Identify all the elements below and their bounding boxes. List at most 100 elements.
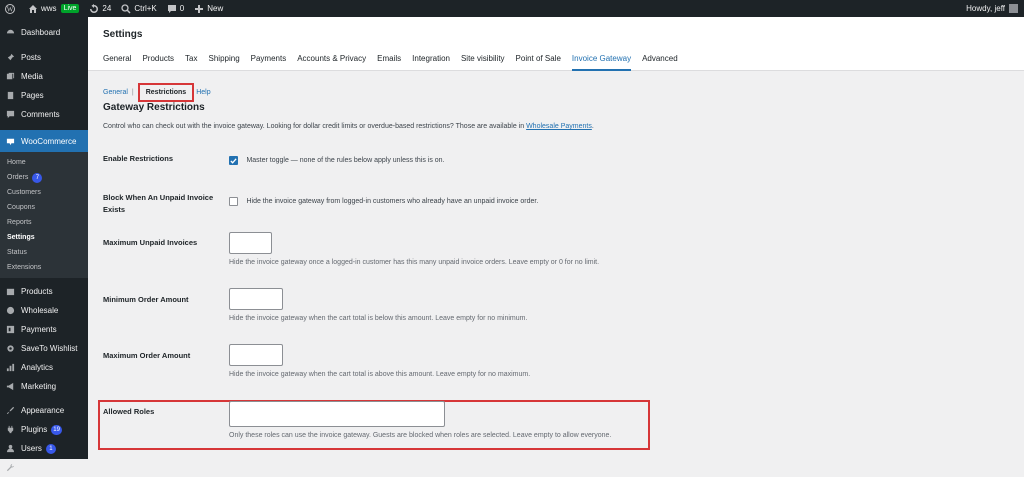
admin-sidebar: Dashboard Posts Media Pages Comments Woo…	[0, 17, 88, 472]
settings-header: Settings General Products Tax Shipping P…	[88, 17, 1024, 71]
menu-media[interactable]: Media	[0, 67, 88, 86]
menu-label: Wholesale	[21, 306, 59, 315]
min-order-input[interactable]	[229, 288, 283, 310]
section-link-restrictions[interactable]: Restrictions	[137, 83, 195, 102]
tab-shipping[interactable]: Shipping	[209, 54, 240, 71]
tab-tax[interactable]: Tax	[185, 54, 197, 71]
submenu-coupons[interactable]: Coupons	[0, 200, 88, 215]
site-name: wws	[41, 4, 57, 13]
menu-plugins[interactable]: Plugins 19	[0, 420, 88, 439]
section-description: Control who can check out with the invoi…	[103, 123, 594, 130]
menu-woocommerce[interactable]: WooCommerce	[0, 130, 88, 152]
pin-icon	[6, 53, 15, 62]
menu-label: Pages	[21, 91, 44, 100]
menu-label: Products	[21, 287, 53, 296]
wordpress-icon: W	[5, 3, 15, 14]
command-palette-button[interactable]: Ctrl+K	[116, 0, 161, 17]
updates-link[interactable]: 24	[84, 0, 116, 17]
brush-icon	[6, 406, 15, 415]
howdy-text: Howdy, jeff	[966, 4, 1005, 13]
block-unpaid-checkbox[interactable]	[229, 197, 238, 207]
section-link-general[interactable]: General	[103, 89, 128, 96]
menu-saveto-wishlist[interactable]: SaveTo Wishlist	[0, 339, 88, 358]
account-menu[interactable]: Howdy, jeff	[966, 4, 1024, 13]
min-order-label: Minimum Order Amount	[103, 295, 189, 304]
max-order-input[interactable]	[229, 344, 283, 366]
svg-text:W: W	[7, 5, 14, 13]
section-link-help[interactable]: Help	[196, 89, 210, 96]
search-icon	[121, 3, 131, 14]
tab-payments[interactable]: Payments	[251, 54, 287, 71]
submenu-label: Settings	[7, 234, 35, 241]
menu-comments[interactable]: Comments	[0, 105, 88, 124]
avatar	[1009, 4, 1018, 13]
media-icon	[6, 72, 15, 80]
tab-emails[interactable]: Emails	[377, 54, 401, 71]
submenu-extensions[interactable]: Extensions	[0, 260, 88, 275]
new-content-button[interactable]: New	[189, 0, 228, 17]
wholesale-icon	[6, 306, 15, 315]
payments-icon	[6, 325, 15, 334]
menu-posts[interactable]: Posts	[0, 48, 88, 67]
tab-products[interactable]: Products	[142, 54, 174, 71]
tab-advanced[interactable]: Advanced	[642, 54, 678, 71]
menu-label: Comments	[21, 110, 60, 119]
allowed-roles-select[interactable]	[229, 401, 445, 427]
menu-label: SaveTo Wishlist	[21, 344, 78, 353]
menu-appearance[interactable]: Appearance	[0, 401, 88, 420]
tab-site-visibility[interactable]: Site visibility	[461, 54, 505, 71]
block-unpaid-label: Block When An Unpaid Invoice Exists	[103, 193, 214, 214]
box-icon	[6, 288, 15, 296]
menu-payments[interactable]: Payments	[0, 320, 88, 339]
max-unpaid-input[interactable]	[229, 232, 272, 254]
wrench-icon	[6, 463, 15, 472]
users-count-badge: 1	[45, 443, 56, 454]
menu-marketing[interactable]: Marketing	[0, 377, 88, 396]
submenu-label: Extensions	[7, 264, 42, 271]
tab-integration[interactable]: Integration	[412, 54, 450, 71]
wordpress-logo-button[interactable]: W	[0, 0, 23, 17]
orders-count-badge: 7	[32, 172, 43, 183]
menu-analytics[interactable]: Analytics	[0, 358, 88, 377]
submenu-home[interactable]: Home	[0, 155, 88, 170]
tab-point-of-sale[interactable]: Point of Sale	[516, 54, 561, 71]
menu-users[interactable]: Users 1	[0, 439, 88, 458]
menu-label: Plugins	[21, 425, 48, 434]
menu-wholesale[interactable]: Wholesale	[0, 301, 88, 320]
menu-label: Posts	[21, 53, 42, 62]
menu-products[interactable]: Products	[0, 282, 88, 301]
tab-invoice-gateway[interactable]: Invoice Gateway	[571, 54, 632, 71]
check-icon	[230, 158, 237, 164]
menu-tools[interactable]: Tools	[0, 458, 88, 477]
dashboard-icon	[6, 29, 15, 34]
tab-general[interactable]: General	[103, 54, 131, 71]
submenu-status[interactable]: Status	[0, 245, 88, 260]
separator: |	[131, 89, 134, 96]
max-order-description: Hide the invoice gateway when the cart t…	[229, 371, 531, 378]
enable-restrictions-checkbox[interactable]	[229, 156, 238, 166]
comments-link[interactable]: 0	[162, 0, 189, 17]
comment-icon	[167, 4, 176, 13]
submenu-label: Customers	[7, 189, 41, 196]
menu-label: WooCommerce	[21, 136, 77, 146]
section-nav: General | Restrictions Help	[103, 83, 211, 102]
site-name-link[interactable]: wws Live	[23, 0, 84, 17]
gear-icon	[7, 345, 14, 352]
wholesale-payments-link[interactable]: Wholesale Payments	[526, 123, 592, 130]
plugins-count-badge: 19	[51, 424, 62, 435]
block-unpaid-text: Hide the invoice gateway from logged-in …	[246, 198, 539, 206]
tab-accounts-privacy[interactable]: Accounts & Privacy	[297, 54, 366, 71]
submenu-orders[interactable]: Orders 7	[0, 170, 88, 185]
submenu-reports[interactable]: Reports	[0, 215, 88, 230]
submenu-label: Coupons	[7, 204, 36, 211]
submenu-settings[interactable]: Settings	[0, 230, 88, 245]
menu-dashboard[interactable]: Dashboard	[0, 23, 88, 42]
max-unpaid-description: Hide the invoice gateway once a logged-i…	[229, 259, 600, 266]
submenu-customers[interactable]: Customers	[0, 185, 88, 200]
menu-pages[interactable]: Pages	[0, 86, 88, 105]
min-order-description: Hide the invoice gateway when the cart t…	[229, 315, 528, 322]
max-unpaid-label: Maximum Unpaid Invoices	[103, 238, 198, 247]
home-icon	[29, 4, 37, 13]
woocommerce-submenu: Home Orders 7 Customers Coupons Reports S…	[0, 152, 88, 278]
intro-text: Control who can check out with the invoi…	[103, 123, 527, 130]
